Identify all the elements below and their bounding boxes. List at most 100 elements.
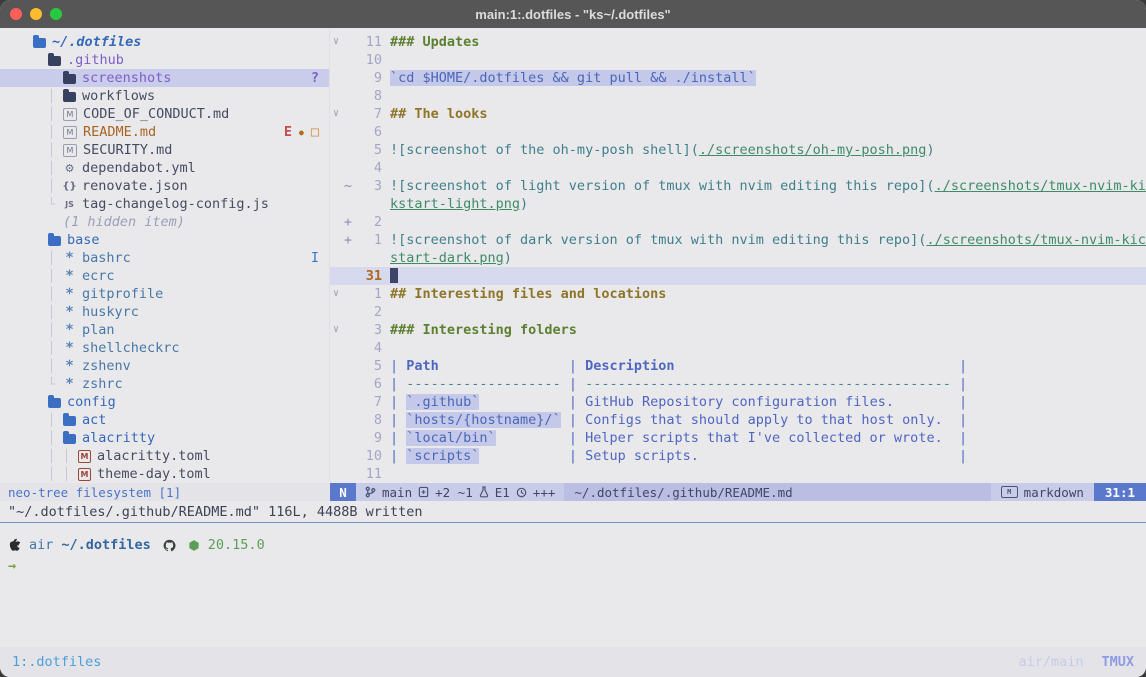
git-sign [342, 87, 354, 105]
tree-row-alacritty[interactable]: │alacritty [0, 429, 329, 447]
prompt-line: air ~/.dotfiles 20.15.0 [8, 536, 1138, 554]
zoom-button[interactable] [50, 8, 62, 20]
line-text: ### Interesting folders [390, 321, 577, 339]
tree-row-ecrc[interactable]: │*ecrc [0, 267, 329, 285]
git-sign [342, 465, 354, 483]
line-number: 2 [354, 303, 382, 321]
line-text: | ------------------- | ----------------… [390, 375, 967, 393]
tree-row-act[interactable]: │act [0, 411, 329, 429]
cursor-mark-badge: I [311, 250, 319, 266]
fold-marker [330, 411, 342, 429]
close-button[interactable] [10, 8, 22, 20]
line-number: 9 [354, 429, 382, 447]
fold-marker [330, 267, 342, 285]
editor-line[interactable]: 4 [330, 339, 1146, 357]
tree-row-alacritty-toml[interactable]: ││Malacritty.toml [0, 447, 329, 465]
editor-line[interactable]: 31 [330, 267, 1146, 285]
line-text: ## The looks [390, 105, 488, 123]
tmux-session-name: air/main [1018, 654, 1083, 670]
git-sign [342, 429, 354, 447]
editor-line[interactable]: 9 | `local/bin` | Helper scripts that I'v… [330, 429, 1146, 447]
tree-row-zshenv[interactable]: │*zshenv [0, 357, 329, 375]
editor-line[interactable]: start-dark.png) [330, 249, 1146, 267]
editor-line[interactable]: 6 | ------------------- | ---------------… [330, 375, 1146, 393]
line-text: ## Interesting files and locations [390, 285, 666, 303]
tree-row-bashrc[interactable]: │*bashrcI [0, 249, 329, 267]
line-text: | Path | Description | [390, 357, 967, 375]
tree-label: base [67, 232, 100, 248]
md-icon: M [63, 144, 77, 157]
line-number: 31 [354, 267, 382, 285]
folder-icon [63, 416, 76, 426]
editor-line[interactable]: ∨11### Updates [330, 33, 1146, 51]
tree-row-theme-day-toml[interactable]: ││Mtheme-day.toml [0, 465, 329, 483]
tree-row-config[interactable]: config [0, 393, 329, 411]
tree-row-shellcheckrc[interactable]: │*shellcheckrc [0, 339, 329, 357]
tree-row-renovate-json[interactable]: │{}renovate.json [0, 177, 329, 195]
line-number: 8 [354, 87, 382, 105]
tree-row-code-of-conduct-md[interactable]: │MCODE_OF_CONDUCT.md [0, 105, 329, 123]
folder-open-icon [33, 38, 46, 48]
editor-line[interactable]: 11 [330, 465, 1146, 483]
editor-line[interactable]: 2 [330, 303, 1146, 321]
line-number: 1 [354, 285, 382, 303]
indent-guide: │ [48, 341, 63, 355]
editor-line[interactable]: ∨3### Interesting folders [330, 321, 1146, 339]
cursor-block [390, 268, 398, 283]
minimize-button[interactable] [30, 8, 42, 20]
line-number: 7 [354, 105, 382, 123]
toml-icon: M [78, 468, 91, 481]
line-number: 6 [354, 375, 382, 393]
folder-icon [63, 74, 76, 84]
git-sign [342, 51, 354, 69]
star-icon: * [63, 250, 76, 266]
titlebar: main:1:.dotfiles - "ks~/.dotfiles" [0, 0, 1146, 28]
editor-line[interactable]: kstart-light.png) [330, 195, 1146, 213]
editor-line[interactable]: 5![screenshot of the oh-my-posh shell](.… [330, 141, 1146, 159]
tree-row-zshrc[interactable]: └*zshrc [0, 375, 329, 393]
shell-pane[interactable]: air ~/.dotfiles 20.15.0 → [0, 523, 1146, 647]
indent-guide: │ [48, 467, 63, 481]
editor-line[interactable]: 8 [330, 87, 1146, 105]
tree-row-1-hidden-item[interactable]: (1 hidden item) [0, 213, 329, 231]
indent-guide: └ [48, 197, 63, 211]
tree-row-readme-md[interactable]: │MREADME.mdE●□ [0, 123, 329, 141]
tree-row-dotfiles[interactable]: ~/.dotfiles [0, 33, 329, 51]
tree-row-tag-changelog-config-js[interactable]: └JStag-changelog-config.js [0, 195, 329, 213]
tree-row-workflows[interactable]: │workflows [0, 87, 329, 105]
line-number [354, 249, 382, 267]
indent-guide: │ [48, 179, 63, 193]
editor-line[interactable]: +2 [330, 213, 1146, 231]
editor-line[interactable]: ~3![screenshot of light version of tmux … [330, 177, 1146, 195]
editor-line[interactable]: 7| `.github` | GitHub Repository configu… [330, 393, 1146, 411]
tree-label: config [67, 394, 116, 410]
tree-row-github[interactable]: .github [0, 51, 329, 69]
editor-line[interactable]: ∨7## The looks [330, 105, 1146, 123]
line-text: | `hosts/{hostname}/` | Configs that sho… [390, 411, 967, 429]
tree-label: zshrc [82, 376, 123, 392]
tree-row-dependabot-yml[interactable]: │⚙dependabot.yml [0, 159, 329, 177]
editor-line[interactable]: 6 [330, 123, 1146, 141]
editor-line[interactable]: 9`cd $HOME/.dotfiles && git pull && ./in… [330, 69, 1146, 87]
fold-marker: ∨ [330, 33, 342, 51]
neotree-title: neo-tree filesystem [1] [8, 485, 181, 500]
editor-line[interactable]: 5| Path | Description | [330, 357, 1146, 375]
editor-line[interactable]: 4 [330, 159, 1146, 177]
tree-row-base[interactable]: base [0, 231, 329, 249]
tree-row-screenshots[interactable]: screenshots? [0, 69, 329, 87]
line-text: ![screenshot of the oh-my-posh shell](./… [390, 141, 935, 159]
tree-row-huskyrc[interactable]: │*huskyrc [0, 303, 329, 321]
tree-row-plan[interactable]: │*plan [0, 321, 329, 339]
editor-line[interactable]: +1![screenshot of dark version of tmux w… [330, 231, 1146, 249]
editor-line[interactable]: ∨1## Interesting files and locations [330, 285, 1146, 303]
tmux-window-tab[interactable]: 1:.dotfiles [12, 654, 101, 670]
tree-row-security-md[interactable]: │MSECURITY.md [0, 141, 329, 159]
editor-lines[interactable]: ∨11### Updates109`cd $HOME/.dotfiles && … [330, 28, 1146, 483]
line-text: | `local/bin` | Helper scripts that I've… [390, 429, 967, 447]
tree-row-gitprofile[interactable]: │*gitprofile [0, 285, 329, 303]
git-sign [342, 123, 354, 141]
fold-marker [330, 123, 342, 141]
editor-line[interactable]: 8| `hosts/{hostname}/` | Configs that sh… [330, 411, 1146, 429]
editor-line[interactable]: 10 [330, 51, 1146, 69]
editor-line[interactable]: 10| `scripts` | Setup scripts. | [330, 447, 1146, 465]
